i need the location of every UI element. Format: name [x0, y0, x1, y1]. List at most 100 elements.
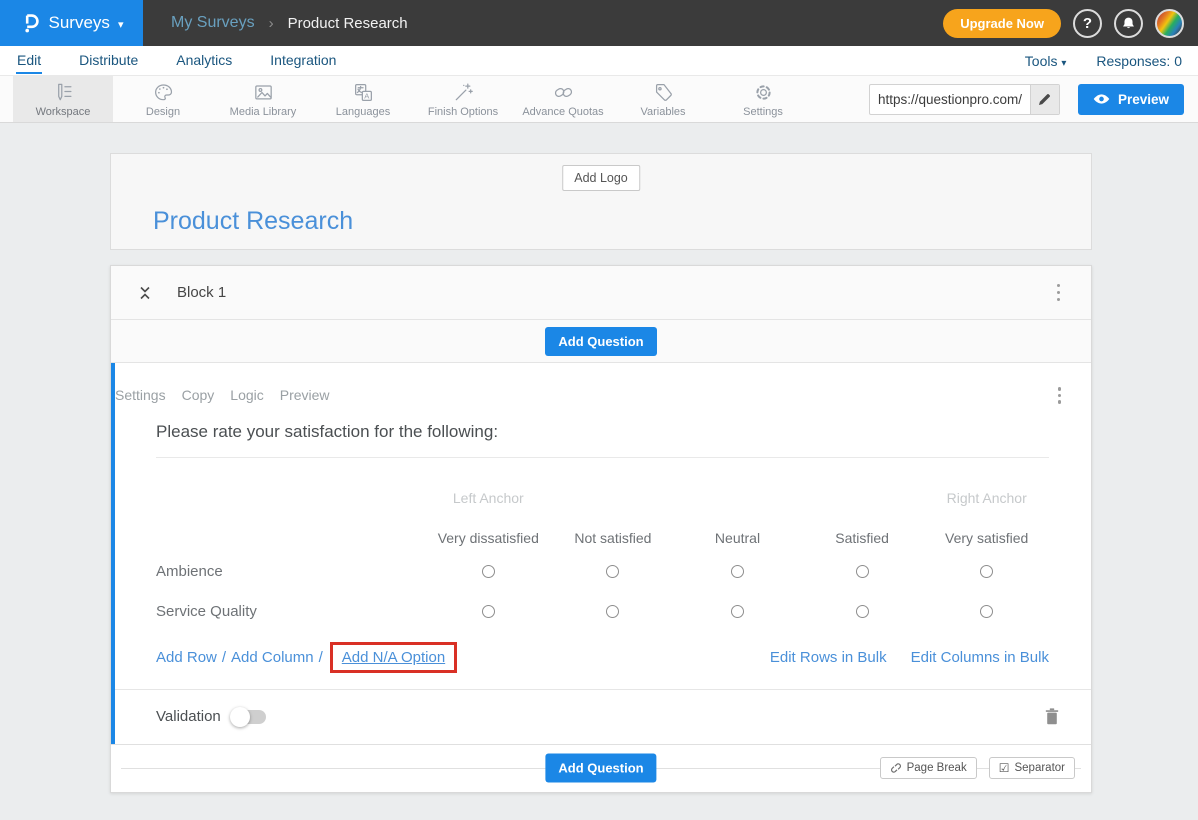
- matrix-column-header[interactable]: Very satisfied: [924, 510, 1049, 552]
- bulk-edit-links: Edit Rows in Bulk Edit Columns in Bulk: [770, 649, 1049, 666]
- toolbar-right: Preview: [869, 76, 1198, 122]
- validation-row: Validation: [115, 690, 1091, 744]
- matrix-radio[interactable]: [606, 605, 619, 618]
- svg-text:A: A: [364, 91, 370, 100]
- footer-right-buttons: Page Break ☑ Separator: [880, 757, 1075, 779]
- toolbar-item-design[interactable]: Design: [113, 76, 213, 122]
- nav-right: Tools ▾ Responses: 0: [1025, 53, 1182, 69]
- toolbar-item-advance-quotas[interactable]: Advance Quotas: [513, 76, 613, 122]
- question-preview-link[interactable]: Preview: [280, 387, 330, 403]
- survey-url-input[interactable]: [870, 85, 1030, 114]
- notifications-button[interactable]: [1114, 9, 1143, 38]
- toolbar-item-variables[interactable]: Variables: [613, 76, 713, 122]
- matrix-radio[interactable]: [731, 605, 744, 618]
- top-right-actions: Upgrade Now ?: [943, 9, 1198, 38]
- add-na-option-link[interactable]: Add N/A Option: [342, 649, 445, 666]
- gear-icon: [752, 81, 775, 104]
- add-logo-button[interactable]: Add Logo: [562, 165, 640, 191]
- toolbar-item-settings[interactable]: Settings: [713, 76, 813, 122]
- tab-integration[interactable]: Integration: [269, 48, 337, 74]
- toolbar-item-languages[interactable]: A Languages: [313, 76, 413, 122]
- breadcrumb-my-surveys[interactable]: My Surveys: [171, 14, 255, 32]
- block-title[interactable]: Block 1: [177, 284, 226, 301]
- matrix-radio[interactable]: [731, 565, 744, 578]
- section-tabs: Edit Distribute Analytics Integration: [16, 48, 337, 74]
- surveys-product-menu[interactable]: Surveys ▾: [0, 0, 143, 46]
- matrix-radio[interactable]: [482, 605, 495, 618]
- page-break-button[interactable]: Page Break: [880, 757, 977, 779]
- question-settings-link[interactable]: Settings: [115, 387, 166, 403]
- workspace-icon: [52, 81, 75, 104]
- image-icon: [252, 81, 275, 104]
- edit-url-button[interactable]: [1030, 85, 1059, 114]
- survey-title[interactable]: Product Research: [153, 207, 353, 236]
- chain-icon: [552, 81, 575, 104]
- page-break-icon: [890, 762, 902, 774]
- matrix-column-header[interactable]: Very dissatisfied: [426, 510, 551, 552]
- matrix-radio[interactable]: [606, 565, 619, 578]
- tab-edit[interactable]: Edit: [16, 48, 42, 74]
- help-button[interactable]: ?: [1073, 9, 1102, 38]
- matrix-edit-links: Add Row / Add Column / Add N/A Option Ed…: [115, 632, 1091, 689]
- block-card: Block 1 Add Question Settings Copy Logic…: [110, 265, 1092, 793]
- survey-header-card: Add Logo Product Research: [110, 153, 1092, 250]
- question-copy-link[interactable]: Copy: [182, 387, 215, 403]
- wand-icon: [452, 81, 475, 104]
- breadcrumb-current: Product Research: [288, 15, 408, 32]
- validation-toggle[interactable]: [232, 710, 266, 724]
- matrix-row-label[interactable]: Service Quality: [156, 592, 426, 632]
- pencil-icon: [1038, 93, 1051, 106]
- matrix-row-label[interactable]: Ambience: [156, 552, 426, 592]
- breadcrumb-separator-icon: ›: [269, 15, 274, 32]
- matrix-table: Left Anchor Right Anchor Very dissatisfi…: [115, 458, 1091, 632]
- matrix-radio[interactable]: [856, 565, 869, 578]
- matrix-column-header[interactable]: Not satisfied: [551, 510, 676, 552]
- checkbox-checked-icon: ☑: [999, 762, 1010, 774]
- collapse-block-icon[interactable]: [137, 285, 153, 301]
- trash-icon: [1045, 708, 1059, 725]
- question-card: Settings Copy Logic Preview Please rate …: [111, 363, 1091, 744]
- toolbar-item-finish-options[interactable]: Finish Options: [413, 76, 513, 122]
- add-question-button-bottom[interactable]: Add Question: [545, 754, 656, 783]
- survey-url-field: [869, 84, 1060, 115]
- edit-columns-in-bulk-link[interactable]: Edit Columns in Bulk: [911, 649, 1049, 666]
- right-anchor-label[interactable]: Right Anchor: [924, 458, 1049, 510]
- question-logic-link[interactable]: Logic: [230, 387, 263, 403]
- matrix-radio[interactable]: [856, 605, 869, 618]
- bell-icon: [1121, 16, 1136, 30]
- editor-toolbar: Workspace Design Media Library A Languag…: [0, 76, 1198, 123]
- matrix-radio[interactable]: [980, 565, 993, 578]
- annotation-highlight-box: Add N/A Option: [330, 642, 457, 673]
- section-nav: Edit Distribute Analytics Integration To…: [0, 46, 1198, 76]
- separator-button[interactable]: ☑ Separator: [989, 757, 1075, 779]
- edit-rows-in-bulk-link[interactable]: Edit Rows in Bulk: [770, 649, 887, 666]
- question-action-menu: Settings Copy Logic Preview: [115, 363, 1091, 406]
- add-column-link[interactable]: Add Column: [231, 649, 314, 666]
- add-question-button-top[interactable]: Add Question: [545, 327, 656, 356]
- question-menu-icon[interactable]: [1054, 385, 1066, 406]
- toolbar-item-workspace[interactable]: Workspace: [13, 76, 113, 122]
- block-header: Block 1: [111, 266, 1091, 320]
- toolbar-item-media-library[interactable]: Media Library: [213, 76, 313, 122]
- matrix-radio[interactable]: [980, 605, 993, 618]
- left-anchor-label[interactable]: Left Anchor: [426, 458, 551, 510]
- questionpro-logo-icon: [20, 12, 41, 34]
- matrix-column-header[interactable]: Satisfied: [800, 510, 925, 552]
- upgrade-now-button[interactable]: Upgrade Now: [943, 9, 1061, 38]
- chevron-down-icon: ▾: [118, 18, 124, 31]
- tools-dropdown[interactable]: Tools ▾: [1025, 53, 1067, 69]
- user-avatar[interactable]: [1155, 9, 1184, 38]
- delete-question-button[interactable]: [1045, 708, 1059, 725]
- validation-label: Validation: [156, 708, 221, 725]
- matrix-radio[interactable]: [482, 565, 495, 578]
- add-row-link[interactable]: Add Row: [156, 649, 217, 666]
- block-footer: Add Question Page Break ☑ Separator: [111, 744, 1091, 792]
- tab-analytics[interactable]: Analytics: [175, 48, 233, 74]
- add-question-strip-top: Add Question: [111, 320, 1091, 363]
- preview-button[interactable]: Preview: [1078, 84, 1184, 115]
- question-text[interactable]: Please rate your satisfaction for the fo…: [115, 406, 1091, 442]
- block-menu-icon[interactable]: [1052, 279, 1066, 307]
- tab-distribute[interactable]: Distribute: [78, 48, 139, 74]
- matrix-column-header[interactable]: Neutral: [675, 510, 800, 552]
- chevron-down-icon: ▾: [1061, 58, 1066, 69]
